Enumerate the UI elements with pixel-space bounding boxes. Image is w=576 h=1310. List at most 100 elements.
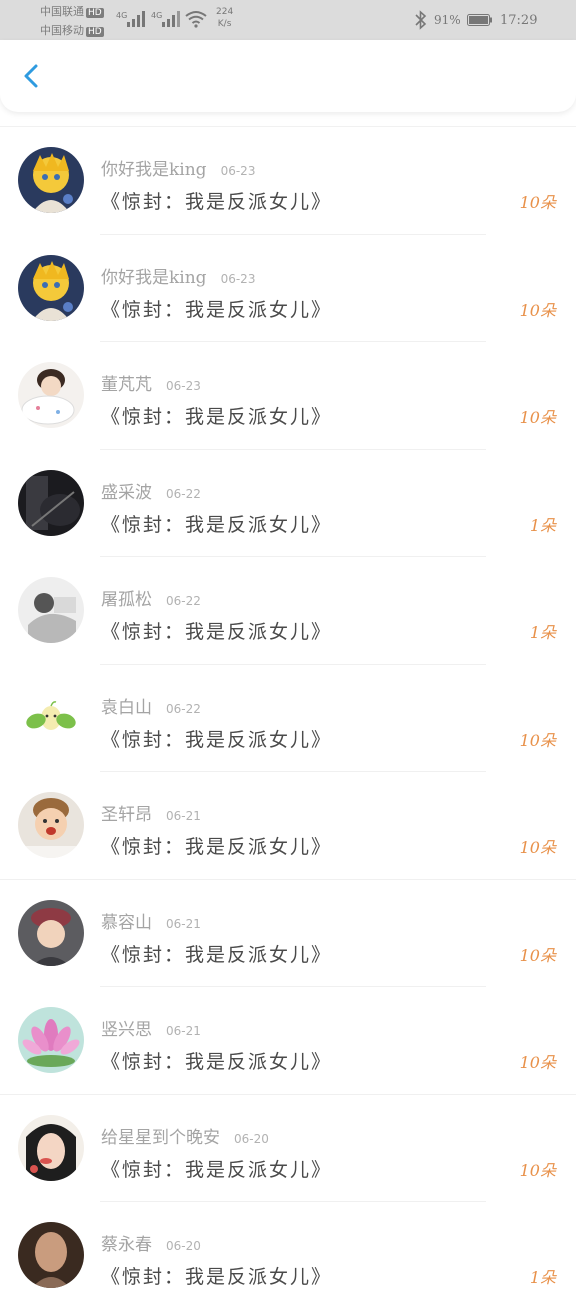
sender-name: 屠孤松 06-22 (101, 585, 201, 610)
gift-count: 10朵 (519, 838, 556, 857)
gift-count: 10朵 (519, 1053, 556, 1072)
date: 06-21 (166, 916, 201, 931)
book-title: 《惊封：我是反派女儿》 (101, 513, 333, 536)
avatar (18, 684, 84, 751)
list-item[interactable]: 你好我是king 06-23 《惊封：我是反派女儿》 10朵 (0, 127, 576, 235)
sender-name: 圣轩昂 06-21 (101, 800, 201, 825)
battery-icon (467, 14, 493, 29)
sender-name-text: 董芃芃 (101, 375, 152, 395)
date: 06-20 (166, 1239, 201, 1253)
sender-name-text: 屠孤松 (101, 590, 152, 610)
avatar (18, 469, 84, 536)
book-title: 《惊封：我是反派女儿》 (101, 1266, 333, 1288)
list-item[interactable]: 慕容山 06-21 《惊封：我是反派女儿》 10朵 (0, 880, 576, 987)
top-navigation-bar (0, 40, 576, 112)
date: 06-23 (220, 271, 256, 286)
sender-name-text: 你好我是king (101, 267, 207, 288)
carrier-2: 中国移动 HD (40, 22, 104, 38)
gift-count: 1朵 (529, 515, 556, 535)
book-title: 《惊封：我是反派女儿》 (101, 728, 333, 751)
list-item[interactable]: 你好我是king 06-23 《惊封：我是反派女儿》 10朵 (0, 235, 576, 342)
avatar (18, 1007, 84, 1073)
avatar (18, 362, 84, 428)
hd-badge-2: HD (86, 27, 104, 37)
wifi-icon (184, 9, 208, 32)
sender-name-text: 给星星到个晚安 (101, 1127, 220, 1148)
signal-icon-1: 4G (116, 9, 148, 32)
status-bar: 中国联通 HD 中国移动 HD 4G 4G 224 K/s 91% 17:29 (0, 0, 576, 40)
avatar (18, 577, 84, 643)
carrier-1-label: 中国联通 (40, 5, 84, 18)
book-title: 《惊封：我是反派女儿》 (101, 298, 333, 321)
sender-name: 董芃芃 06-23 (101, 370, 201, 395)
avatar (18, 254, 84, 321)
list-item[interactable]: 袁白山 06-22 《惊封：我是反派女儿》 10朵 (0, 665, 576, 772)
sender-name: 给星星到个晚安 06-20 (101, 1123, 269, 1148)
carrier-2-label: 中国移动 (40, 24, 84, 37)
list-item[interactable]: 屠孤松 06-22 《惊封：我是反派女儿》 1朵 (0, 557, 576, 665)
date: 06-23 (166, 379, 201, 393)
sender-name: 蔡永春 06-20 (101, 1230, 201, 1255)
date: 06-21 (166, 809, 201, 823)
book-title: 《惊封：我是反派女儿》 (101, 1051, 333, 1073)
sender-name: 慕容山 06-21 (101, 908, 201, 933)
sender-name: 竖兴思 06-21 (101, 1015, 201, 1040)
sender-name: 你好我是king 06-23 (101, 263, 255, 288)
gift-count: 10朵 (519, 730, 556, 750)
avatar (18, 1114, 84, 1181)
book-title: 《惊封：我是反派女儿》 (101, 943, 333, 966)
list-item[interactable]: 圣轩昂 06-21 《惊封：我是反派女儿》 10朵 (0, 772, 576, 880)
avatar (18, 792, 84, 858)
back-button[interactable] (16, 60, 48, 92)
gift-count: 1朵 (529, 623, 556, 642)
net-2-label: 4G (151, 11, 162, 20)
gift-count: 10朵 (519, 300, 556, 320)
net-1-label: 4G (116, 11, 127, 20)
sender-name-text: 你好我是king (101, 160, 207, 180)
sender-name-text: 蔡永春 (101, 1235, 152, 1255)
book-title: 《惊封：我是反派女儿》 (101, 836, 333, 858)
book-title: 《惊封：我是反派女儿》 (101, 406, 333, 428)
sender-name-text: 盛采波 (101, 482, 152, 503)
book-title: 《惊封：我是反派女儿》 (101, 621, 333, 643)
network-speed-value: 224 (216, 7, 234, 17)
gift-count: 10朵 (519, 1160, 556, 1180)
sender-name-text: 慕容山 (101, 912, 152, 933)
chevron-left-icon (24, 64, 38, 88)
network-speed-unit: K/s (217, 19, 232, 29)
date: 06-22 (166, 701, 201, 716)
avatar (18, 1222, 84, 1288)
gift-record-list: 你好我是king 06-23 《惊封：我是反派女儿》 10朵 你好我是king 06… (0, 126, 576, 1310)
list-item[interactable]: 董芃芃 06-23 《惊封：我是反派女儿》 10朵 (0, 342, 576, 450)
hd-badge-1: HD (86, 8, 104, 18)
list-item[interactable]: 蔡永春 06-20 《惊封：我是反派女儿》 1朵 (0, 1202, 576, 1310)
list-item[interactable]: 给星星到个晚安 06-20 《惊封：我是反派女儿》 10朵 (0, 1095, 576, 1202)
sender-name-text: 圣轩昂 (101, 805, 152, 825)
sender-name: 你好我是king 06-23 (101, 155, 255, 180)
list-item[interactable]: 竖兴思 06-21 《惊封：我是反派女儿》 10朵 (0, 987, 576, 1095)
gift-count: 10朵 (519, 193, 556, 212)
list-item[interactable]: 盛采波 06-22 《惊封：我是反派女儿》 1朵 (0, 450, 576, 557)
date: 06-20 (234, 1131, 269, 1146)
carrier-1: 中国联通 HD (40, 3, 104, 19)
date: 06-22 (166, 486, 201, 501)
book-title: 《惊封：我是反派女儿》 (101, 191, 333, 213)
date: 06-23 (220, 164, 256, 178)
gift-count: 1朵 (529, 1268, 556, 1287)
gift-count: 10朵 (519, 945, 556, 965)
battery-percent: 91% (434, 13, 461, 27)
sender-name: 袁白山 06-22 (101, 693, 201, 718)
date: 06-21 (166, 1024, 201, 1038)
signal-icon-2: 4G (151, 9, 183, 32)
sender-name: 盛采波 06-22 (101, 478, 201, 503)
sender-name-text: 袁白山 (101, 697, 152, 718)
avatar (18, 147, 84, 213)
bluetooth-icon (414, 10, 428, 33)
book-title: 《惊封：我是反派女儿》 (101, 1158, 333, 1181)
date: 06-22 (166, 594, 201, 608)
sender-name-text: 竖兴思 (101, 1020, 152, 1040)
clock: 17:29 (500, 13, 538, 28)
network-speed: 224 K/s (216, 6, 233, 30)
avatar (18, 899, 84, 966)
gift-count: 10朵 (519, 408, 556, 427)
